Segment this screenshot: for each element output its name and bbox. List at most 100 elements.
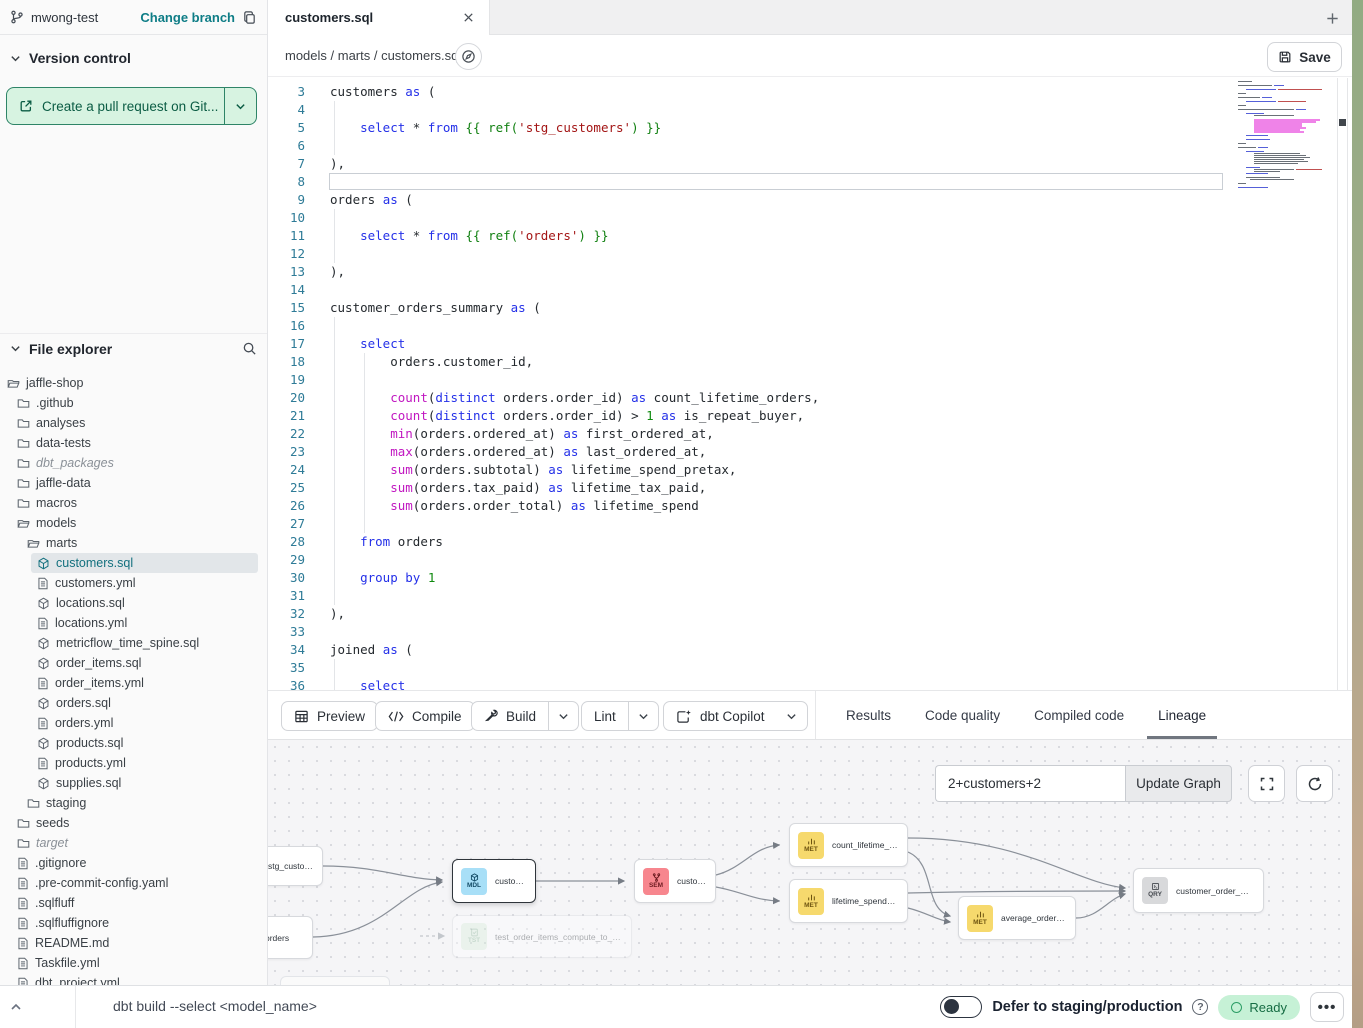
file-tree-item-customers-yml[interactable]: customers.yml: [0, 573, 267, 593]
file-tree-item-analyses[interactable]: analyses: [0, 413, 267, 433]
code-line-17[interactable]: 17 select: [268, 335, 1352, 353]
file-tree-item-readme-md[interactable]: README.md: [0, 933, 267, 953]
code-line-30[interactable]: 30 group by 1: [268, 569, 1352, 587]
code-line-27[interactable]: 27: [268, 515, 1352, 533]
command-text[interactable]: dbt build --select <model_name>: [113, 998, 317, 1014]
file-tree-item-metricflow-time-spine-sql[interactable]: metricflow_time_spine.sql: [0, 633, 267, 653]
lineage-node-customers_mdl[interactable]: MDLcustomers: [452, 859, 536, 903]
code-line-3[interactable]: 3customers as (: [268, 83, 1352, 101]
file-tree-item-order-items-yml[interactable]: order_items.yml: [0, 673, 267, 693]
code-line-22[interactable]: 22 min(orders.ordered_at) as first_order…: [268, 425, 1352, 443]
file-tree-item-locations-sql[interactable]: locations.sql: [0, 593, 267, 613]
file-tree-item-dbt-project-yml[interactable]: dbt_project.yml: [0, 973, 267, 985]
lineage-node-orders[interactable]: orders: [268, 916, 313, 959]
tab-customers-sql[interactable]: customers.sql: [268, 0, 490, 35]
copy-icon[interactable]: [242, 10, 257, 25]
new-tab-button[interactable]: [1321, 7, 1343, 29]
search-icon[interactable]: [242, 341, 257, 356]
lineage-selector-input[interactable]: [935, 765, 1125, 802]
code-line-14[interactable]: 14: [268, 281, 1352, 299]
lint-button-group[interactable]: Lint: [581, 701, 659, 731]
close-tab-icon[interactable]: [462, 11, 475, 24]
file-explorer-header[interactable]: File explorer: [0, 333, 267, 363]
compile-button[interactable]: Compile: [375, 701, 475, 731]
lineage-node-stg[interactable]: stg_customers: [268, 846, 323, 886]
build-button[interactable]: Build: [472, 702, 548, 730]
more-options-button[interactable]: •••: [1310, 992, 1344, 1022]
file-tree-item-data-tests[interactable]: data-tests: [0, 433, 267, 453]
code-editor[interactable]: 23customers as (45 select * from {{ ref(…: [268, 78, 1352, 690]
help-icon[interactable]: ?: [1192, 999, 1208, 1015]
code-line-13[interactable]: 13),: [268, 263, 1352, 281]
code-line-25[interactable]: 25 sum(orders.tax_paid) as lifetime_tax_…: [268, 479, 1352, 497]
file-tree-item-supplies-sql[interactable]: supplies.sql: [0, 773, 267, 793]
preview-button[interactable]: Preview: [281, 701, 378, 731]
code-line-28[interactable]: 28 from orders: [268, 533, 1352, 551]
file-tree-item-locations-yml[interactable]: locations.yml: [0, 613, 267, 633]
code-line-20[interactable]: 20 count(distinct orders.order_id) as co…: [268, 389, 1352, 407]
lineage-node-count_lifetime_orders[interactable]: METcount_lifetime_orders: [789, 823, 908, 867]
create-pr-button[interactable]: Create a pull request on Git...: [6, 87, 257, 125]
code-line-9[interactable]: 9orders as (: [268, 191, 1352, 209]
file-tree-item-marts[interactable]: marts: [0, 533, 267, 553]
update-graph-button[interactable]: Update Graph: [1125, 765, 1232, 802]
code-line-12[interactable]: 12: [268, 245, 1352, 263]
code-line-24[interactable]: 24 sum(orders.subtotal) as lifetime_spen…: [268, 461, 1352, 479]
file-tree-item--sqlfluff[interactable]: .sqlfluff: [0, 893, 267, 913]
scrollbar-thumb[interactable]: [1339, 119, 1346, 126]
code-line-18[interactable]: 18 orders.customer_id,: [268, 353, 1352, 371]
file-tree-item--github[interactable]: .github: [0, 393, 267, 413]
save-button[interactable]: Save: [1267, 42, 1342, 72]
code-line-31[interactable]: 31: [268, 587, 1352, 605]
code-line-10[interactable]: 10: [268, 209, 1352, 227]
code-line-23[interactable]: 23 max(orders.ordered_at) as last_ordere…: [268, 443, 1352, 461]
lint-button[interactable]: Lint: [582, 702, 628, 730]
panel-tab-lineage[interactable]: Lineage: [1141, 691, 1223, 739]
build-dropdown[interactable]: [548, 702, 578, 730]
code-line-8[interactable]: 8: [268, 173, 1352, 191]
code-line-15[interactable]: 15customer_orders_summary as (: [268, 299, 1352, 317]
panel-tab-compiled-code[interactable]: Compiled code: [1017, 691, 1141, 739]
file-tree-item--gitignore[interactable]: .gitignore: [0, 853, 267, 873]
lineage-node-partial[interactable]: [280, 976, 390, 985]
code-line-35[interactable]: 35: [268, 659, 1352, 677]
collapse-caret-icon[interactable]: [6, 997, 26, 1017]
code-line-29[interactable]: 29: [268, 551, 1352, 569]
minimap[interactable]: [1232, 78, 1322, 192]
file-tree-item-customers-sql[interactable]: customers.sql: [0, 553, 267, 573]
file-tree-item-jaffle-data[interactable]: jaffle-data: [0, 473, 267, 493]
build-button-group[interactable]: Build: [471, 701, 579, 731]
file-tree-item--pre-commit-config-yaml[interactable]: .pre-commit-config.yaml: [0, 873, 267, 893]
code-line-32[interactable]: 32),: [268, 605, 1352, 623]
file-tree-item--sqlfluffignore[interactable]: .sqlfluffignore: [0, 913, 267, 933]
code-line-6[interactable]: 6: [268, 137, 1352, 155]
code-line-19[interactable]: 19: [268, 371, 1352, 389]
file-tree-item-taskfile-yml[interactable]: Taskfile.yml: [0, 953, 267, 973]
defer-toggle[interactable]: [940, 996, 982, 1018]
copilot-button-group[interactable]: dbt Copilot: [663, 701, 808, 731]
lineage-node-customer_order_metrics[interactable]: QRYcustomer_order_metrics: [1133, 868, 1264, 913]
lineage-node-average_order_value[interactable]: METaverage_order_value: [958, 896, 1076, 940]
panel-tab-code-quality[interactable]: Code quality: [908, 691, 1017, 739]
file-tree-item-order-items-sql[interactable]: order_items.sql: [0, 653, 267, 673]
code-line-16[interactable]: 16: [268, 317, 1352, 335]
code-line-21[interactable]: 21 count(distinct orders.order_id) > 1 a…: [268, 407, 1352, 425]
fullscreen-button[interactable]: [1248, 765, 1285, 802]
refresh-button[interactable]: [1296, 765, 1333, 802]
file-tree-item-jaffle-shop[interactable]: jaffle-shop: [0, 373, 267, 393]
create-pr-dropdown[interactable]: [224, 88, 256, 124]
lineage-canvas[interactable]: stg_customersordersMDLcustomersTSTtest_o…: [268, 740, 1352, 985]
change-branch-link[interactable]: Change branch: [140, 10, 235, 25]
code-line-7[interactable]: 7),: [268, 155, 1352, 173]
file-tree-item-models[interactable]: models: [0, 513, 267, 533]
file-tree-item-products-sql[interactable]: products.sql: [0, 733, 267, 753]
lineage-node-customers_sem[interactable]: SEMcustomers: [634, 859, 716, 903]
file-tree-item-products-yml[interactable]: products.yml: [0, 753, 267, 773]
code-line-26[interactable]: 26 sum(orders.order_total) as lifetime_s…: [268, 497, 1352, 515]
code-line-36[interactable]: 36 select: [268, 677, 1352, 690]
version-control-header[interactable]: Version control: [0, 41, 267, 75]
file-tree-item-macros[interactable]: macros: [0, 493, 267, 513]
file-tree-item-orders-yml[interactable]: orders.yml: [0, 713, 267, 733]
explore-compass-button[interactable]: [455, 43, 482, 70]
copilot-button[interactable]: dbt Copilot: [664, 702, 777, 730]
